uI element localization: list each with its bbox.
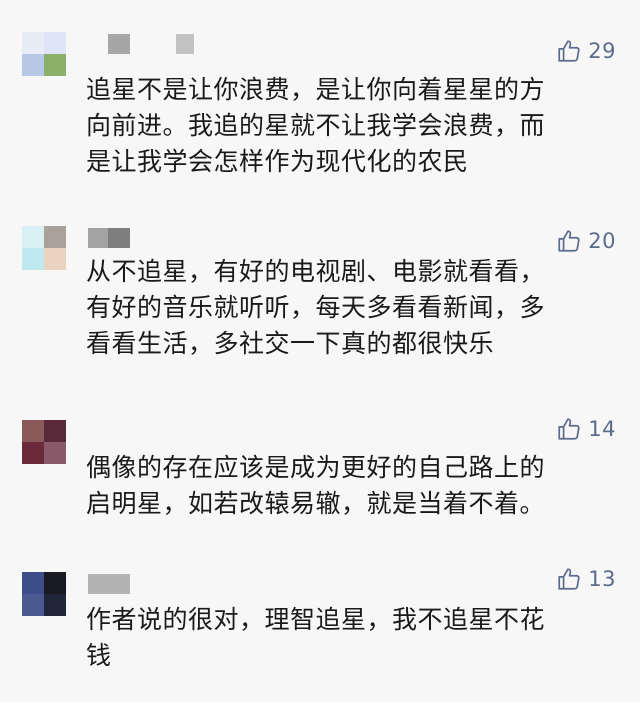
avatar[interactable] [22,420,66,464]
username-redacted[interactable] [108,34,130,54]
comment-text: 追星不是让你浪费，是让你向着星星的方 向前进。我追的星就不让我学会浪费，而 是让… [86,75,546,176]
comment-text: 作者说的很对，理智追星，我不追星不花 钱 [86,605,546,670]
avatar-tile [44,248,66,270]
avatar[interactable] [22,32,66,76]
avatar-tile [44,594,66,616]
avatar-tile [22,420,44,442]
avatar-tile [44,572,66,594]
avatar-tile [22,442,44,464]
avatar-tile [44,32,66,54]
avatar-tile [22,594,44,616]
like-button[interactable]: 14 [556,414,616,444]
username-redacted[interactable] [176,34,194,54]
like-count: 13 [588,567,616,591]
thumbs-up-icon [558,568,580,590]
avatar-tile [22,32,44,54]
avatar[interactable] [22,226,66,270]
like-count: 14 [588,417,616,441]
avatar-tile [44,54,66,76]
username-redacted[interactable] [88,228,108,248]
avatar-tile [22,226,44,248]
avatar-tile [22,248,44,270]
thumbs-up-icon [558,418,580,440]
avatar-tile [44,442,66,464]
thumbs-up-icon [558,40,580,62]
like-button[interactable]: 13 [556,564,616,594]
like-count: 20 [588,229,616,253]
avatar-tile [44,226,66,248]
avatar-tile [22,572,44,594]
like-button[interactable]: 20 [556,226,616,256]
thumbs-up-icon [558,230,580,252]
comment-text: 从不追星，有好的电视剧、电影就看看， 有好的音乐就听听，每天多看看新闻，多 看看… [86,257,546,358]
like-count: 29 [588,39,616,63]
username-redacted[interactable] [108,228,130,248]
username-redacted[interactable] [88,574,130,594]
avatar-tile [44,420,66,442]
comment-text: 偶像的存在应该是成为更好的自己路上的 启明星，如若改辕易辙，就是当着不着。 [86,453,546,518]
avatar[interactable] [22,572,66,616]
avatar-tile [22,54,44,76]
like-button[interactable]: 29 [556,36,616,66]
